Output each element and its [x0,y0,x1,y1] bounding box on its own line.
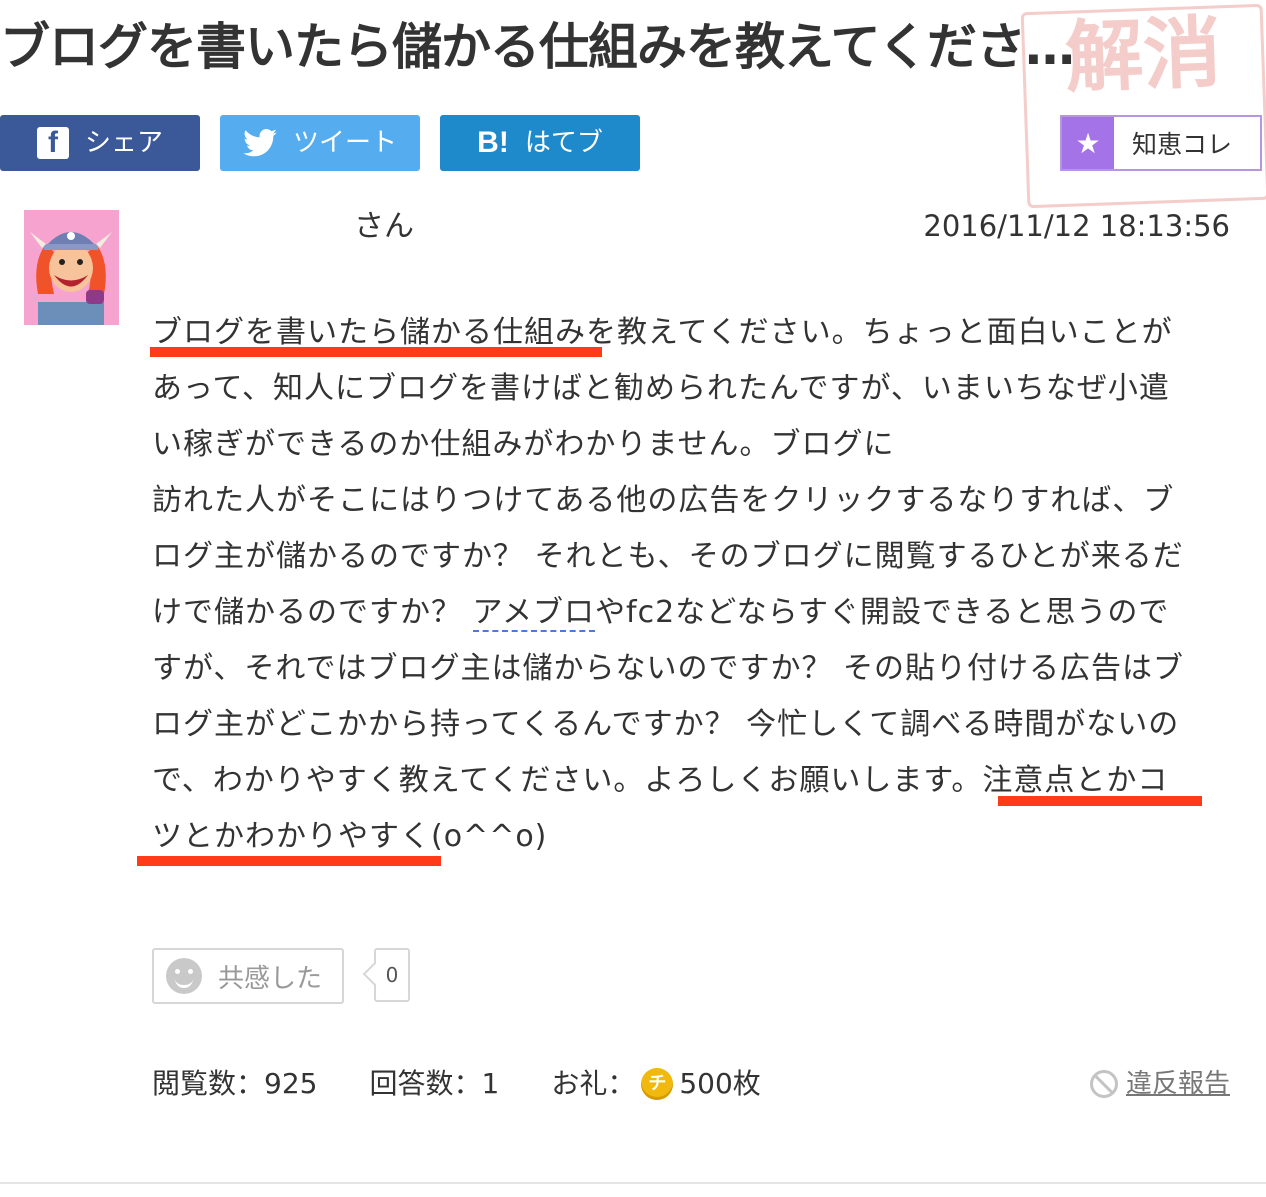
posted-timestamp: 2016/11/12 18:13:56 [923,209,1230,243]
ameblo-keyword-link[interactable]: アメブロ [472,595,596,632]
twitter-tweet-label: ツイート [292,128,397,158]
answers-label: 回答数： [369,1067,482,1100]
resolved-stamp: 解消 [1020,3,1266,209]
facebook-share-label: シェア [84,128,163,158]
empathy-button[interactable]: 共感した [152,948,344,1004]
answers-count: 1 [481,1067,500,1100]
views-count: 925 [264,1067,318,1100]
body-line: ツとかわかりやすく(o^^o) [152,819,548,854]
body-line: けで儲かるのですか？ [152,595,473,630]
body-line: やfc2などならすぐ開設できると思うので [595,595,1170,630]
viking-avatar-image [24,210,119,325]
chie-coin-icon: チ [641,1068,674,1100]
question-body: ブログを書いたら儲かる仕組みを教えてください。ちょっと面白いことが あって、知人… [152,305,1227,865]
body-line: ブログを書いたら儲かる仕組みを教えてください。ちょっと面白いことが [152,315,1173,350]
facebook-share-button[interactable]: f シェア [0,115,200,171]
body-line: すが、それではブログ主は儲からないのですか？ その貼り付ける広告はブ [152,651,1185,686]
reward-label: お礼： [551,1067,636,1100]
views-label: 閲覧数： [152,1067,265,1100]
report-violation-link[interactable]: 違反報告 [1089,1062,1230,1106]
prohibited-icon [1089,1070,1118,1098]
body-line: で、わかりやすく教えてください。よろしくお願いします。注意点とかコ [152,763,1169,798]
answers-stat: 回答数： 1 [369,1062,499,1106]
hatena-bookmark-label: はてブ [524,128,603,158]
facebook-icon: f [36,126,69,159]
empathy-count-badge: 0 [374,948,410,1002]
body-line: い稼ぎができるのか仕組みがわかりません。ブログに [152,427,895,462]
chiekore-button[interactable]: ★ 知恵コレ [1060,115,1262,171]
body-line: ログ主がどこかから持ってくるんですか？ 今忙しくて調べる時間がないの [152,707,1180,742]
body-line: ログ主が儲かるのですか？ それとも、そのブログに閲覧するひとが来るだ [152,539,1184,574]
author-name: さん [354,209,414,244]
smile-icon [166,958,202,994]
star-icon: ★ [1062,117,1114,169]
body-line: あって、知人にブログを書けばと勧められたんですが、いまいちなぜ小遣 [152,371,1170,406]
body-line: 訪れた人がそこにはりつけてある他の広告をクリックするなりすれば、ブ [152,483,1175,518]
highlight-underline [998,796,1202,806]
empathy-label: 共感した [218,963,323,994]
avatar[interactable] [24,210,119,325]
highlight-underline [150,347,602,357]
twitter-tweet-button[interactable]: ツイート [220,115,420,171]
highlight-underline [137,856,441,866]
hatena-bookmark-button[interactable]: B! はてブ [440,115,640,171]
divider [0,1182,1266,1184]
views-stat: 閲覧数： 925 [152,1062,317,1106]
reward-stat: お礼： チ 500枚 [551,1062,761,1106]
report-label: 違反報告 [1125,1069,1230,1099]
chiekore-label: 知恵コレ [1132,130,1233,159]
reward-amount: 500枚 [679,1067,761,1100]
hatena-bookmark-icon: B! [477,126,509,159]
twitter-bird-icon [243,129,277,157]
question-stats: 閲覧数： 925 回答数： 1 お礼： チ 500枚 [152,1062,813,1106]
